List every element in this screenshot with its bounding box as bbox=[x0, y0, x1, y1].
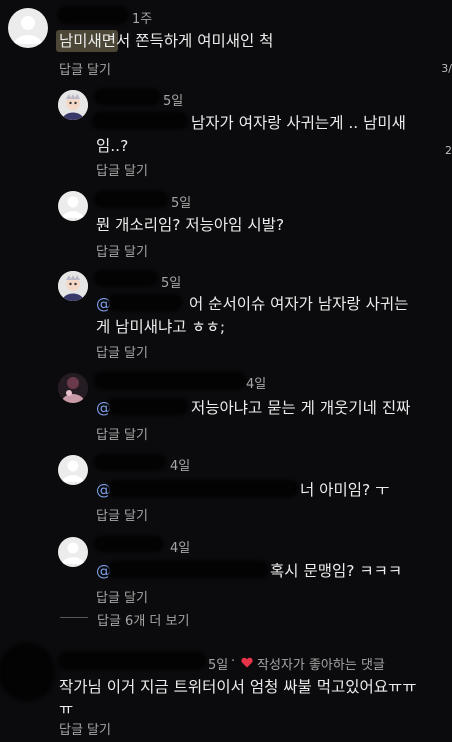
redacted-username bbox=[96, 91, 158, 103]
reply-text: 남자가 여자랑 사귀는게 .. 남미새 bbox=[191, 114, 406, 132]
character-icon bbox=[58, 271, 88, 301]
heart-icon bbox=[241, 657, 253, 668]
edge-count: 3/ bbox=[441, 62, 452, 75]
person-icon bbox=[14, 16, 42, 44]
character-icon bbox=[58, 90, 88, 120]
default-avatar[interactable] bbox=[8, 8, 48, 48]
photo-avatar[interactable] bbox=[58, 373, 88, 403]
reply-time: 5일 bbox=[161, 276, 182, 291]
separator-dot: · bbox=[231, 654, 236, 669]
redacted-mention bbox=[110, 563, 266, 576]
default-avatar[interactable] bbox=[58, 455, 88, 485]
person-icon bbox=[62, 542, 84, 564]
redacted-username bbox=[96, 272, 156, 284]
character-avatar[interactable] bbox=[58, 271, 88, 301]
person-icon bbox=[62, 196, 84, 218]
redacted-username bbox=[60, 654, 204, 667]
reply-text: 너 아미임? ㅜ bbox=[300, 481, 390, 499]
reply-button[interactable]: 답글 달기 bbox=[96, 160, 148, 179]
comment-text: 작가님 이거 지금 트위터이서 엄청 싸불 먹고있어요ㅠㅠ bbox=[59, 678, 417, 696]
reply-time: 4일 bbox=[170, 541, 191, 556]
photo-icon bbox=[58, 373, 88, 403]
redacted-avatar[interactable] bbox=[2, 646, 52, 698]
reply-button[interactable]: 답글 달기 bbox=[96, 587, 148, 606]
reply-text-line2: 게 남미새냐고 ㅎㅎ; bbox=[96, 318, 226, 336]
redacted-mention bbox=[110, 296, 180, 309]
reply-time: 5일 bbox=[171, 196, 192, 211]
redacted-username bbox=[60, 8, 126, 22]
redacted-username bbox=[96, 456, 164, 468]
reply-button[interactable]: 답글 달기 bbox=[59, 719, 111, 738]
comment-text-line2: ㅠ bbox=[59, 700, 74, 718]
redacted-mention bbox=[110, 400, 186, 413]
reply-time: 4일 bbox=[170, 459, 191, 474]
default-avatar[interactable] bbox=[58, 191, 88, 221]
redacted-username bbox=[96, 374, 244, 387]
reply-text: 뭔 개소리임? 저능아임 시발? bbox=[96, 216, 285, 234]
character-avatar[interactable] bbox=[58, 90, 88, 120]
reply-button[interactable]: 답글 달기 bbox=[96, 424, 148, 443]
edge-count: 2 bbox=[445, 144, 452, 157]
comments-screen: 3/ 2 1주 남미새면서 쫀득하게 여미새인 척 답글 달기 5일 남자가 여… bbox=[0, 0, 452, 742]
redacted-mention bbox=[110, 482, 296, 495]
comment-time: 5일 bbox=[208, 658, 229, 673]
reply-text-line2: 임..? bbox=[96, 137, 129, 155]
reply-time: 4일 bbox=[246, 377, 267, 392]
reply-button[interactable]: 답글 달기 bbox=[96, 342, 148, 361]
person-icon bbox=[62, 460, 84, 482]
liked-by-author-badge: 작성자가 좋아하는 댓글 bbox=[257, 658, 385, 673]
reply-text: 저능아냐고 묻는 게 개웃기네 진짜 bbox=[191, 399, 411, 417]
reply-button[interactable]: 답글 달기 bbox=[59, 59, 111, 78]
comment-time: 1주 bbox=[132, 12, 153, 27]
redacted-username bbox=[96, 538, 162, 550]
reply-text: 혹시 문맹임? ㅋㅋㅋ bbox=[270, 562, 403, 580]
reply-button[interactable]: 답글 달기 bbox=[96, 505, 148, 524]
redacted-mention bbox=[94, 114, 186, 127]
reply-time: 5일 bbox=[163, 94, 184, 109]
reply-button[interactable]: 답글 달기 bbox=[96, 241, 148, 260]
default-avatar[interactable] bbox=[58, 537, 88, 567]
comment-text: 남미새면서 쫀득하게 여미새인 척 bbox=[59, 32, 274, 50]
divider-line bbox=[60, 617, 88, 618]
reply-text: 어 순서이슈 여자가 남자랑 사귀는 bbox=[189, 295, 409, 313]
view-more-replies-label[interactable]: 답글 6개 더 보기 bbox=[97, 610, 189, 629]
redacted-username bbox=[96, 193, 166, 205]
